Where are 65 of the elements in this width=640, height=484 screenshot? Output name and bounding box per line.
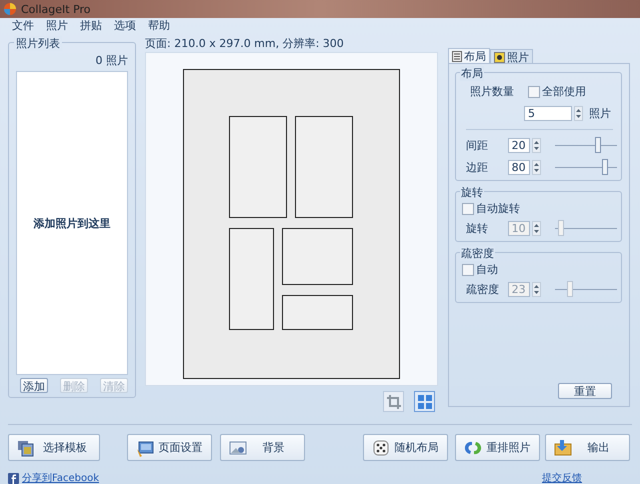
checkbox-label: 自动 (476, 262, 498, 277)
unit-label: 照片 (589, 106, 611, 121)
menu-item[interactable]: 照片 (46, 18, 68, 32)
checkbox-label: 自动旋转 (476, 201, 520, 216)
layout-icon (452, 51, 462, 62)
toolbar-button[interactable]: 页面设置 (127, 434, 212, 461)
app-logo-icon (3, 2, 17, 16)
drop-hint: 添加照片到这里 (34, 216, 110, 230)
toolbar-button[interactable]: 背景 (220, 434, 305, 461)
number-field[interactable]: 20 (508, 138, 530, 153)
menu-item[interactable]: 帮助 (148, 18, 170, 32)
group-title: 布局 (460, 66, 484, 81)
photo-count: 0 照片 (94, 53, 128, 68)
photo-list[interactable]: 添加照片到这里 (16, 71, 128, 375)
checkbox[interactable] (462, 202, 474, 214)
tab[interactable]: 布局 (448, 48, 490, 64)
spin-arrows[interactable] (532, 282, 541, 297)
checkbox-label: 全部使用 (542, 84, 586, 99)
spin-arrows[interactable] (532, 138, 541, 153)
field-label: 边距 (465, 160, 489, 175)
checkbox[interactable] (528, 86, 540, 98)
page-settings-icon (136, 438, 154, 456)
slider-thumb[interactable] (602, 159, 608, 175)
photo-frame[interactable] (282, 295, 353, 330)
group-title: 旋转 (460, 185, 484, 200)
slider-thumb[interactable] (595, 137, 602, 153)
crop-icon (386, 394, 402, 410)
toolbar-button[interactable]: 随机布局 (363, 434, 448, 461)
photo-frame[interactable] (229, 228, 274, 330)
photo-frame[interactable] (282, 228, 353, 285)
panel-title: 照片列表 (14, 36, 62, 51)
toolbar-button[interactable]: 输出 (545, 434, 630, 461)
toolbar-button[interactable]: 重排照片 (455, 434, 540, 461)
menu-item[interactable]: 文件 (12, 18, 34, 32)
photo-icon (494, 52, 505, 62)
spin-arrows[interactable] (532, 160, 541, 175)
export-folder-icon (554, 438, 572, 456)
photo-frame[interactable] (295, 116, 353, 218)
photo-frame[interactable] (229, 116, 287, 218)
page-info: 页面: 210.0 x 297.0 mm, 分辨率: 300 (145, 36, 345, 50)
picture-frame-icon (229, 438, 247, 456)
number-field[interactable]: 5 (524, 106, 572, 121)
fit-button[interactable] (414, 391, 435, 412)
facebook-icon (8, 472, 19, 484)
tab[interactable]: 照片 (490, 49, 533, 64)
fit-icon (416, 394, 432, 410)
toolbar-button[interactable]: 选择模板 (8, 434, 100, 461)
field-label: 旋转 (465, 221, 489, 236)
menu-item[interactable]: 选项 (114, 18, 136, 32)
list-button[interactable]: 添加 (20, 378, 48, 393)
field-label: 照片数量 (469, 84, 515, 99)
group-title: 疏密度 (460, 246, 495, 261)
reset-button[interactable]: 重置 (558, 383, 612, 399)
template-icon (17, 438, 35, 456)
spin-arrows[interactable] (574, 106, 583, 121)
share-link[interactable]: 分享到Facebook (22, 471, 99, 484)
field-label: 间距 (465, 138, 489, 153)
number-field[interactable]: 80 (508, 160, 530, 175)
window-title: CollageIt Pro (21, 2, 91, 16)
dice-icon (372, 438, 390, 456)
spin-arrows[interactable] (532, 221, 541, 236)
field-label: 疏密度 (465, 282, 500, 297)
feedback-link[interactable]: 提交反馈 (542, 471, 582, 484)
checkbox[interactable] (462, 264, 474, 276)
menu-item[interactable]: 拼贴 (80, 18, 102, 32)
